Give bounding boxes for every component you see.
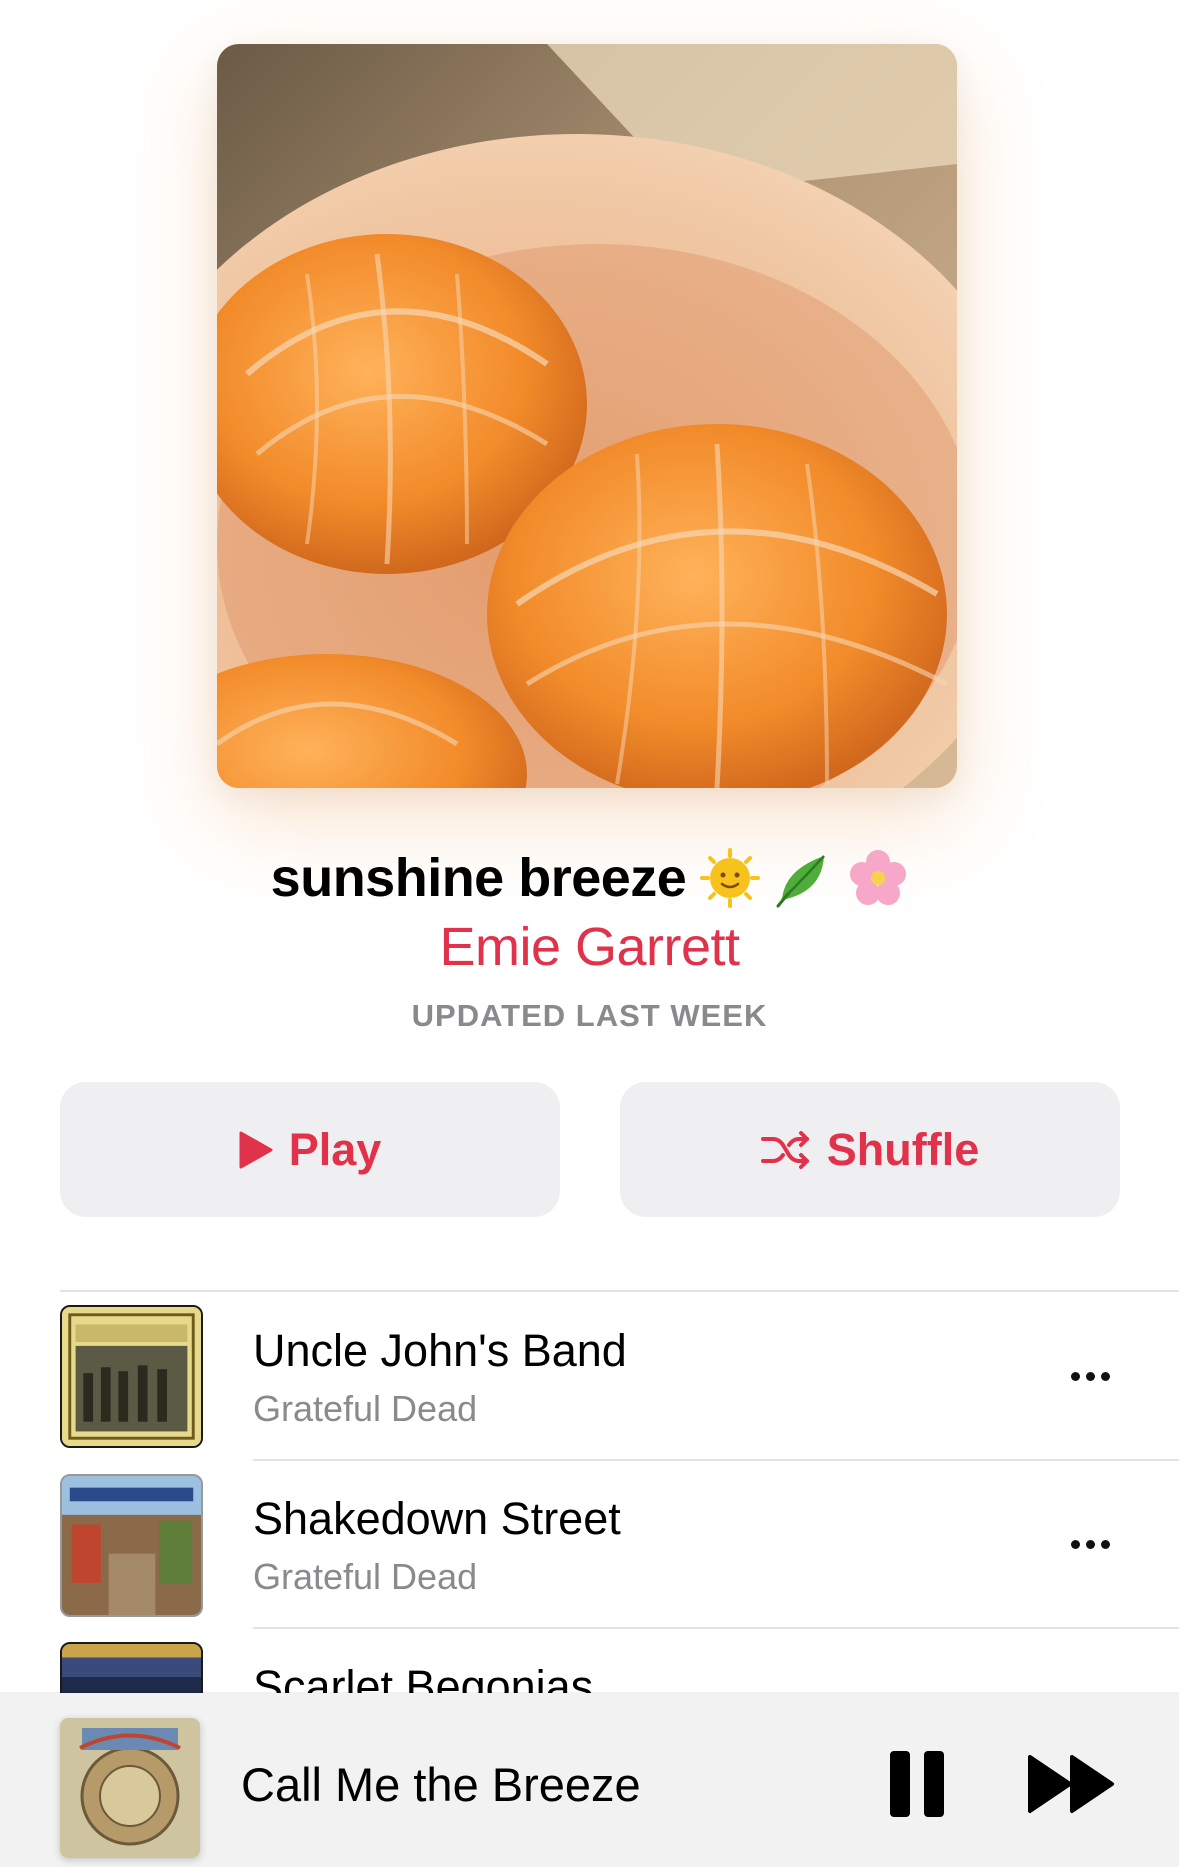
list-divider (60, 1290, 1179, 1292)
play-label: Play (288, 1123, 382, 1175)
track-artist: Grateful Dead (253, 1556, 478, 1597)
shuffle-icon (760, 1130, 811, 1169)
track-artist: Grateful Dead (253, 1388, 478, 1429)
now-playing-bar[interactable]: Call Me the Breeze (0, 1693, 1179, 1867)
shuffle-label: Shuffle (826, 1123, 980, 1175)
playlist-artwork (217, 44, 957, 788)
pause-icon[interactable] (890, 1751, 946, 1819)
play-button[interactable]: Play (60, 1082, 560, 1217)
playlist-title-row: sunshine breeze (0, 838, 1179, 918)
play-icon (239, 1131, 273, 1169)
shuffle-button[interactable]: Shuffle (620, 1082, 1120, 1217)
cherry-blossom-icon (848, 848, 908, 908)
fast-forward-icon[interactable] (1028, 1753, 1118, 1815)
more-options-icon[interactable] (1065, 1534, 1115, 1554)
playlist-title: sunshine breeze (270, 848, 687, 908)
track-artwork (60, 1305, 203, 1448)
updated-label: UPDATED LAST WEEK (411, 998, 768, 1033)
now-playing-artwork (60, 1718, 200, 1858)
now-playing-title: Call Me the Breeze (241, 1758, 641, 1811)
track-artwork (60, 1474, 203, 1617)
curator-name[interactable]: Emie Garrett (0, 916, 1179, 978)
track-title: Shakedown Street (253, 1493, 621, 1544)
track-title: Uncle John's Band (253, 1325, 627, 1376)
leaf-icon (774, 848, 834, 908)
list-divider (253, 1459, 1179, 1461)
more-options-icon[interactable] (1065, 1366, 1115, 1386)
list-divider (253, 1627, 1179, 1629)
sun-face-icon (700, 848, 761, 908)
